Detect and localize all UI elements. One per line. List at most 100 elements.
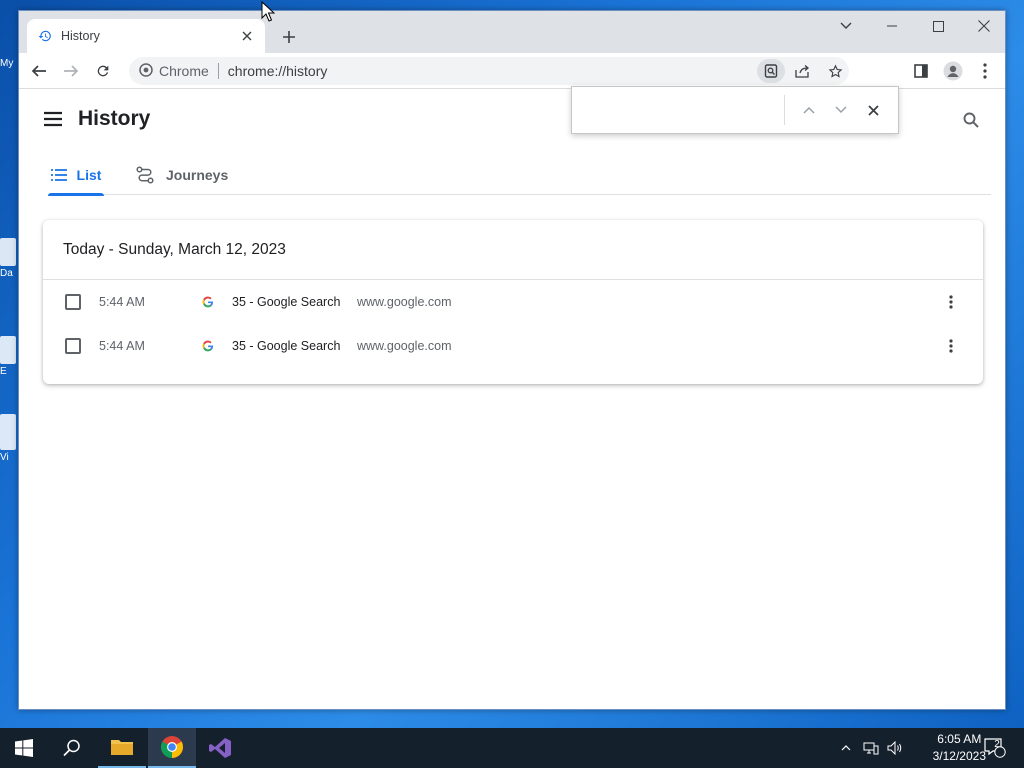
desktop-icon-my[interactable]: My xyxy=(0,58,18,69)
avatar-icon xyxy=(943,61,963,81)
history-page: History List Journeys Today - Sunday, Ma… xyxy=(19,90,1005,709)
side-panel-button[interactable] xyxy=(909,59,933,83)
entry-title-link[interactable]: 35 - Google Search xyxy=(232,295,340,309)
close-icon xyxy=(978,20,990,32)
arrow-left-icon xyxy=(31,65,46,77)
tab-list[interactable]: List xyxy=(48,156,104,196)
close-window-button[interactable] xyxy=(961,11,1007,41)
star-icon[interactable] xyxy=(821,59,849,83)
google-favicon-icon xyxy=(201,295,215,309)
entry-checkbox[interactable] xyxy=(65,338,81,354)
plus-icon xyxy=(283,31,295,43)
find-next-button[interactable] xyxy=(825,94,857,126)
minimize-button[interactable] xyxy=(869,11,915,41)
history-entry[interactable]: 5:44 AM 35 - Google Search www.google.co… xyxy=(43,324,983,368)
windows-logo-icon xyxy=(15,739,33,757)
more-vert-icon xyxy=(983,63,987,79)
journeys-icon xyxy=(136,166,154,184)
side-panel-icon xyxy=(914,64,928,78)
chevron-up-icon xyxy=(841,745,851,751)
close-tab-icon[interactable] xyxy=(239,28,255,44)
date-header: Today - Sunday, March 12, 2023 xyxy=(43,220,983,280)
tab-journeys[interactable]: Journeys xyxy=(136,156,228,194)
entry-title-link[interactable]: 35 - Google Search xyxy=(232,339,340,353)
entry-domain: www.google.com xyxy=(357,339,452,353)
back-button[interactable] xyxy=(27,59,51,83)
entry-domain: www.google.com xyxy=(357,295,452,309)
visual-studio-button[interactable] xyxy=(196,728,244,768)
clock-date: 3/12/2023 xyxy=(932,749,986,763)
search-history-button[interactable] xyxy=(959,108,983,132)
clock-time: 6:05 AM xyxy=(937,732,982,746)
history-entry[interactable]: 5:44 AM 35 - Google Search www.google.co… xyxy=(43,280,983,324)
chrome-taskbar-button[interactable] xyxy=(148,728,196,768)
tab-title: History xyxy=(61,29,100,43)
active-tab-indicator xyxy=(48,193,104,196)
tab-label: Journeys xyxy=(166,167,229,183)
google-favicon-icon xyxy=(201,339,215,353)
arrow-right-icon xyxy=(64,65,79,77)
divider xyxy=(217,63,219,79)
notification-count: 2 xyxy=(994,739,1000,750)
menu-button[interactable] xyxy=(973,59,997,83)
find-bar xyxy=(571,86,899,134)
forward-button[interactable] xyxy=(59,59,83,83)
find-input[interactable] xyxy=(572,87,784,133)
history-tabs: List Journeys xyxy=(48,156,991,196)
chevron-down-icon xyxy=(840,22,852,29)
taskbar-search-button[interactable] xyxy=(48,728,96,768)
divider xyxy=(784,95,785,125)
mouse-cursor-icon xyxy=(261,1,275,22)
profile-button[interactable] xyxy=(941,59,965,83)
desktop-icon-vi[interactable]: Vi xyxy=(0,414,18,463)
desktop-app-icon xyxy=(0,238,16,266)
search-icon xyxy=(963,112,979,128)
tab-history[interactable]: History xyxy=(27,19,265,53)
list-icon xyxy=(50,169,67,181)
entry-time: 5:44 AM xyxy=(99,295,145,309)
show-hidden-icons-button[interactable] xyxy=(836,728,856,768)
taskbar: 6:05 AM 3/12/2023 2 xyxy=(0,728,1024,768)
hamburger-menu-icon[interactable] xyxy=(43,110,63,128)
browser-toolbar: Chrome chrome://history xyxy=(19,53,1005,89)
browser-window: History Chrome chrome://history History … xyxy=(18,10,1006,710)
maximize-icon xyxy=(932,20,944,32)
address-bar[interactable]: Chrome chrome://history xyxy=(129,57,849,85)
volume-tray-button[interactable] xyxy=(884,728,906,768)
desktop-icon-label: My xyxy=(0,58,14,69)
network-tray-button[interactable] xyxy=(860,728,882,768)
history-icon xyxy=(37,28,53,44)
chrome-logo-icon xyxy=(139,62,153,80)
clock[interactable]: 6:05 AM 3/12/2023 xyxy=(933,731,986,765)
network-icon xyxy=(863,742,879,755)
reload-button[interactable] xyxy=(91,59,115,83)
minimize-icon xyxy=(887,25,897,27)
action-center-button[interactable]: 2 xyxy=(980,728,1010,768)
entry-checkbox[interactable] xyxy=(65,294,81,310)
history-card: Today - Sunday, March 12, 2023 5:44 AM 3… xyxy=(43,220,983,384)
more-actions-icon[interactable] xyxy=(941,334,961,358)
entry-time: 5:44 AM xyxy=(99,339,145,353)
desktop-app-icon xyxy=(0,414,16,450)
url-text[interactable]: chrome://history xyxy=(228,63,328,79)
chevron-up-icon xyxy=(803,106,815,114)
tab-search-button[interactable] xyxy=(823,11,869,41)
find-previous-button[interactable] xyxy=(793,94,825,126)
desktop-icon-label: Vi xyxy=(0,452,9,463)
folder-icon xyxy=(111,740,133,755)
more-actions-icon[interactable] xyxy=(941,290,961,314)
find-in-page-icon[interactable] xyxy=(757,59,785,83)
desktop-icon-e[interactable]: E xyxy=(0,336,18,377)
share-icon[interactable] xyxy=(789,59,817,83)
find-close-button[interactable] xyxy=(857,94,889,126)
desktop-icon-label: E xyxy=(0,366,7,377)
visual-studio-icon xyxy=(209,738,231,758)
title-bar: History xyxy=(19,11,1005,53)
new-tab-button[interactable] xyxy=(277,25,301,49)
file-explorer-button[interactable] xyxy=(98,728,146,768)
chrome-icon xyxy=(161,736,183,758)
desktop-icon-da[interactable]: Da xyxy=(0,238,18,279)
start-button[interactable] xyxy=(0,728,48,768)
maximize-button[interactable] xyxy=(915,11,961,41)
desktop-app-icon xyxy=(0,336,16,364)
